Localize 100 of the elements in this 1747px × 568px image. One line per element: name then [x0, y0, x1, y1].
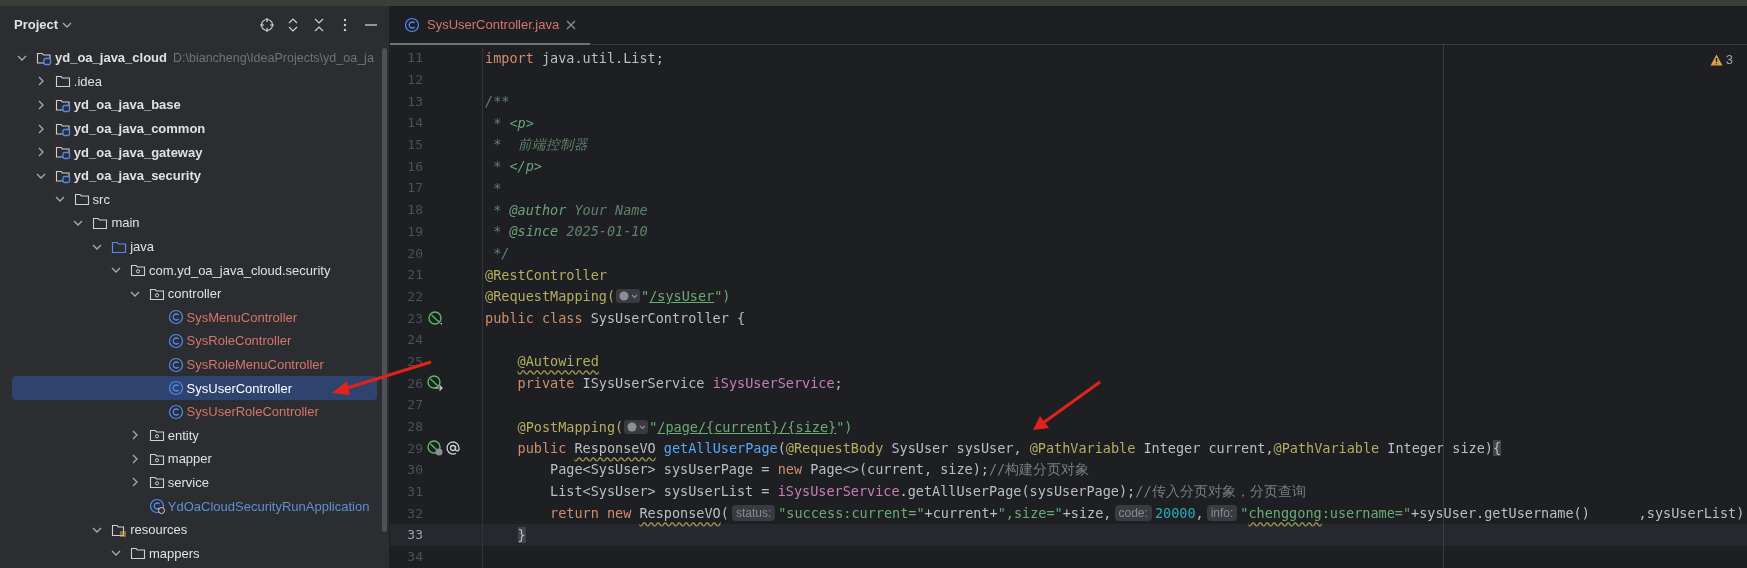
module-folder-icon: [54, 97, 71, 113]
scrollbar[interactable]: [382, 48, 387, 532]
tree-item[interactable]: java: [12, 234, 377, 259]
code-text: @PostMapping(: [516, 418, 624, 435]
folder-icon: [54, 73, 71, 90]
code-line: import java.util.List;: [485, 49, 664, 66]
warning-count[interactable]: 3: [1725, 52, 1733, 67]
at-sign-icon[interactable]: [445, 440, 461, 457]
code-text: return new ResponseVO(: [549, 505, 729, 522]
class-icon: [167, 380, 184, 397]
annotation-arrow: [1033, 380, 1101, 430]
tree-item[interactable]: src: [12, 187, 377, 212]
tree-item[interactable]: service: [12, 470, 377, 495]
panel-title[interactable]: Project: [14, 17, 59, 32]
code-line: /**: [485, 93, 510, 110]
tree-item[interactable]: resources: [12, 517, 377, 542]
parameter-hint: status:: [731, 505, 776, 522]
code-line: */: [492, 245, 510, 262]
code-line: List<SysUser> sysUserList = iSysUserService.getAllUserPage(sysUserPage);//传入分页对象，分页查询: [549, 482, 1306, 501]
item-label: SysRoleController: [186, 333, 292, 349]
tree-item[interactable]: .idea: [12, 69, 377, 94]
item-label: yd_oa_java_cloud: [55, 50, 167, 66]
item-label: SysUserController: [186, 380, 293, 396]
item-label: SysMenuController: [186, 309, 298, 325]
item-label: yd_oa_java_base: [73, 97, 181, 113]
package-folder-icon: [130, 262, 146, 279]
item-label: mappers: [149, 545, 200, 561]
code-text: "chenggong:username="+sysUser.getUsername() ,sysUserList);: [1240, 505, 1747, 522]
tree-item[interactable]: SysRoleMenuController: [12, 352, 377, 377]
tree-item[interactable]: yd_oa_java_base: [12, 93, 377, 117]
code-line: public ResponseVO getAllUserPage(@RequestBody SysUser sysUser, @PathVariable Integer current,@PathVariable Integer size){: [516, 440, 1502, 457]
code-line: * @since 2025-01-10: [492, 223, 648, 240]
item-label: controller: [167, 286, 222, 302]
code-line: * </p>: [492, 158, 542, 175]
tree-item[interactable]: YdOaCloudSecurityRunApplication: [12, 494, 377, 518]
tree-item[interactable]: yd_oa_java_common: [12, 116, 377, 141]
warning-icon[interactable]: [1709, 53, 1723, 66]
module-folder-icon: [54, 144, 71, 161]
globe-icon[interactable]: [624, 419, 649, 434]
class-icon: [167, 332, 184, 349]
code-line: * 前端控制器: [492, 135, 588, 154]
item-label: java: [130, 239, 155, 255]
code-text: "/page/{current}/{size}"): [649, 418, 853, 435]
item-label: mapper: [167, 451, 212, 467]
package-folder-icon: [148, 474, 165, 491]
code-text: "/sysUser"): [641, 288, 731, 305]
class-run-icon: [148, 498, 165, 515]
item-label: com.yd_oa_java_cloud.security: [149, 262, 331, 278]
editor-tab[interactable]: SysUserController.java: [390, 6, 591, 45]
tree-item[interactable]: entity: [12, 423, 377, 448]
code-text: "success:current="+current+",size="+size,: [778, 505, 1112, 522]
item-label: .idea: [73, 73, 102, 89]
globe-icon[interactable]: [616, 289, 641, 304]
code-line: * <p>: [492, 114, 534, 131]
code-line: public class SysUserController {: [485, 310, 746, 327]
code-line: @Autowired: [516, 353, 599, 370]
tree-item[interactable]: SysUserRoleController: [12, 399, 377, 424]
project-path: D:\biancheng\IdeaProjects\yd_oa_ja: [173, 50, 374, 65]
parameter-hint: code:: [1114, 505, 1152, 522]
locate-icon[interactable]: [259, 16, 275, 33]
code-line: Page<SysUser> sysUserPage = new Page<>(current, size);//构建分页对象: [549, 460, 1090, 479]
class-icon: [404, 16, 420, 33]
code-text: 20000,: [1154, 505, 1204, 522]
tree-item[interactable]: com.yd_oa_java_cloud.security: [12, 258, 377, 282]
item-label: entity: [167, 427, 199, 443]
package-folder-icon: [148, 427, 165, 444]
folder-icon: [130, 545, 146, 562]
code-line: @RestController: [485, 266, 607, 283]
tree-item[interactable]: SysRoleController: [12, 329, 377, 353]
code-text: @RequestMapping(: [485, 288, 616, 305]
class-icon: [167, 356, 184, 373]
close-icon[interactable]: [566, 19, 577, 30]
tree-item[interactable]: yd_oa_java_security: [12, 163, 377, 188]
tree-item[interactable]: mappers: [12, 541, 377, 566]
line-number: 33: [406, 527, 423, 543]
item-label: main: [111, 215, 140, 231]
item-label: yd_oa_java_gateway: [73, 144, 203, 160]
tree-item[interactable]: SysMenuController: [12, 305, 377, 330]
code-line: *: [492, 179, 502, 196]
item-label: YdOaCloudSecurityRunApplication: [167, 498, 370, 514]
tree-item[interactable]: main: [12, 211, 377, 235]
class-icon: [167, 309, 184, 326]
parameter-hint: info:: [1206, 505, 1238, 522]
item-label: src: [92, 191, 110, 207]
item-label: resources: [130, 522, 188, 538]
item-label: yd_oa_java_common: [73, 121, 206, 137]
tree-item[interactable]: yd_oa_java_gateway: [12, 140, 377, 164]
code-line: * @author Your Name: [492, 201, 648, 218]
class-icon: [167, 403, 184, 420]
tree-item[interactable]: SysUserController: [12, 376, 377, 400]
item-label: SysUserRoleController: [186, 404, 319, 420]
leaf-globe-icon[interactable]: [427, 440, 443, 457]
tree-item[interactable]: controller: [12, 281, 377, 306]
leaf-icon[interactable]: [427, 310, 443, 327]
item-label: SysRoleMenuController: [186, 357, 324, 372]
item-label: service: [167, 475, 209, 490]
tree-item[interactable]: yd_oa_java_cloud D:\biancheng\IdeaProjects\yd_oa_ja: [12, 46, 377, 70]
tree-item[interactable]: mapper: [12, 447, 377, 471]
folder-icon: [73, 191, 90, 208]
item-label: yd_oa_java_security: [73, 168, 201, 184]
